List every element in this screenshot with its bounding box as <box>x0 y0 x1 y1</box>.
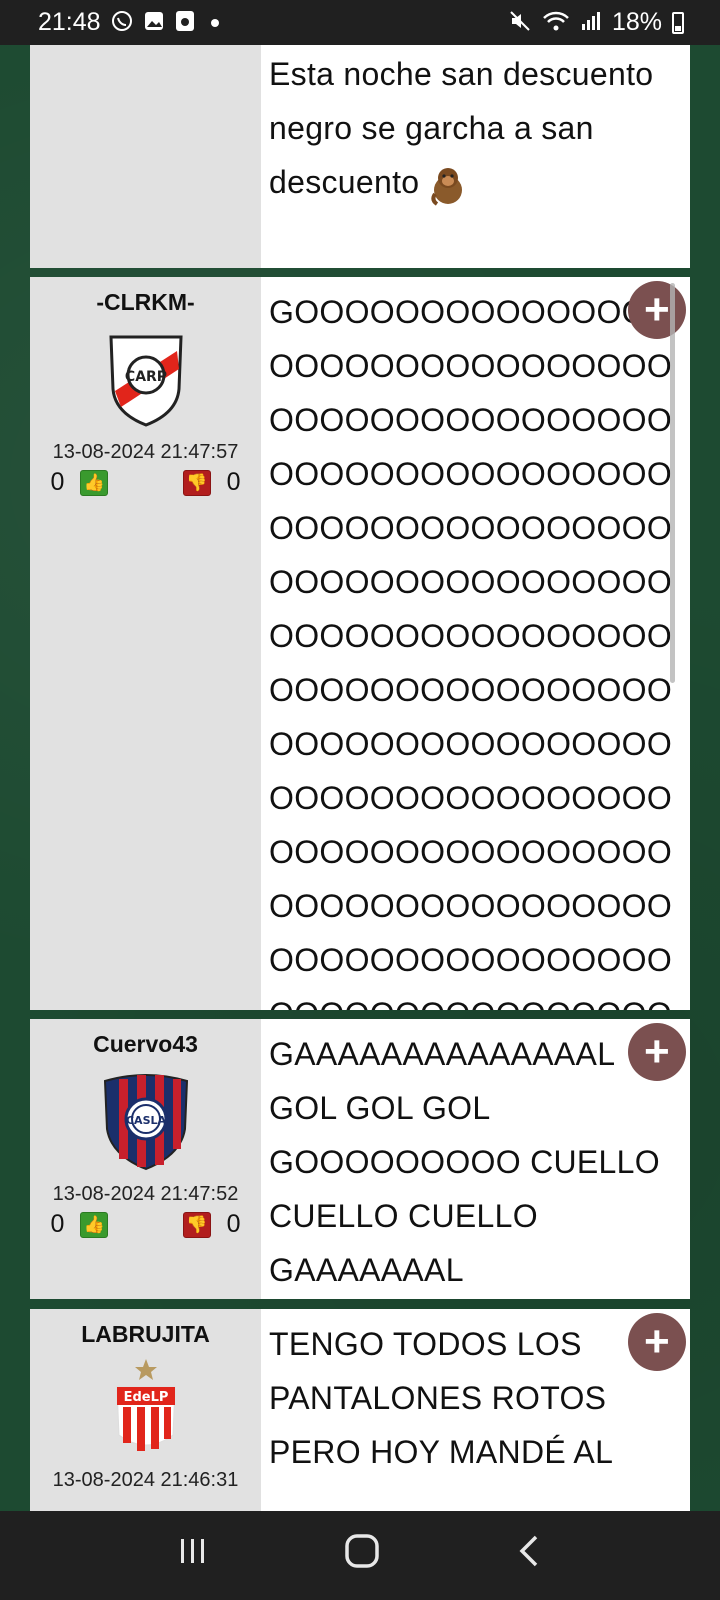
app-icon <box>175 10 195 36</box>
comment-feed[interactable]: Esta noche san descuento negro se garcha… <box>30 45 690 1511</box>
comment-timestamp: 13-08-2024 21:46:31 <box>52 1469 239 1491</box>
recent-apps-icon[interactable] <box>176 1533 210 1578</box>
comment-text: GAAAAAAAAAAAAAAL GOL GOL GOL GOOOOOOOOO … <box>269 1036 660 1288</box>
comment-username[interactable]: Cuervo43 <box>93 1031 198 1059</box>
comment-username[interactable]: -CLRKM- <box>96 289 194 317</box>
comment-post: LABRUJITA EdeLP 13-08-2024 21:46:31 TENG… <box>30 1309 690 1511</box>
dislike-group: 👎 0 <box>182 468 241 497</box>
dislike-group: 👎 0 <box>182 1210 241 1239</box>
comment-post: -CLRKM- CARP 13-08-2024 21:47:57 0 👍 👎 0 <box>30 277 690 1010</box>
comment-timestamp: 13-08-2024 21:47:52 <box>52 1183 239 1205</box>
vote-row: 0 👍 👎 0 <box>51 468 241 497</box>
add-reply-button[interactable]: + <box>628 1023 686 1081</box>
estudiantes-crest-text: EdeLP <box>123 1390 168 1405</box>
vote-row: 0 👍 👎 0 <box>51 1210 241 1239</box>
dot-icon <box>210 18 219 27</box>
add-reply-button[interactable]: + <box>628 281 686 339</box>
battery-icon <box>672 11 684 34</box>
comment-body: GAAAAAAAAAAAAAAL GOL GOL GOL GOOOOOOOOO … <box>261 1019 690 1299</box>
like-group: 0 👍 <box>51 1210 109 1239</box>
wifi-icon <box>542 10 570 36</box>
dislike-count: 0 <box>226 468 241 496</box>
san-lorenzo-crest-icon: CASLA <box>101 1071 191 1171</box>
comment-text: GOOOOOOOOOOOOOOOOOOOOOOOOOOOOOOOOOOOOOOO… <box>269 294 673 1010</box>
status-right: 18% <box>508 8 684 37</box>
comment-body: TENGO TODOS LOS PANTALONES ROTOS PERO HO… <box>261 1309 690 1511</box>
scrollbar[interactable] <box>670 283 675 683</box>
like-count: 0 <box>50 468 65 496</box>
status-bar: 21:48 18% <box>0 0 720 45</box>
estudiantes-crest-icon: EdeLP <box>101 1357 191 1457</box>
comment-post: Cuervo43 CASLA 13-08-2024 21:47:52 0 👍 👎… <box>30 1019 690 1299</box>
svg-text:CARP: CARP <box>124 369 166 385</box>
svg-text:CASLA: CASLA <box>125 1114 166 1127</box>
comment-body: Esta noche san descuento negro se garcha… <box>261 45 690 268</box>
comment-author-panel <box>30 45 261 268</box>
thumbs-up-icon[interactable]: 👍 <box>80 1211 109 1238</box>
status-left: 21:48 <box>38 8 219 37</box>
thumbs-down-icon[interactable]: 👎 <box>182 469 211 496</box>
comment-author-panel: -CLRKM- CARP 13-08-2024 21:47:57 0 👍 👎 0 <box>30 277 261 1010</box>
status-time: 21:48 <box>38 8 101 36</box>
comment-timestamp: 13-08-2024 21:47:57 <box>52 441 239 463</box>
mute-icon <box>508 9 532 37</box>
navigation-bar <box>0 1511 720 1600</box>
thumbs-down-icon[interactable]: 👎 <box>182 1211 211 1238</box>
dislike-count: 0 <box>226 1210 241 1238</box>
back-icon[interactable] <box>514 1533 544 1579</box>
comment-author-panel: LABRUJITA EdeLP 13-08-2024 21:46:31 <box>30 1309 261 1511</box>
comment-text: TENGO TODOS LOS PANTALONES ROTOS PERO HO… <box>269 1326 614 1470</box>
like-count: 0 <box>50 1210 65 1238</box>
comment-body: GOOOOOOOOOOOOOOOOOOOOOOOOOOOOOOOOOOOOOOO… <box>261 277 690 1010</box>
gallery-icon <box>143 10 165 36</box>
signal-icon <box>580 10 602 36</box>
like-group: 0 👍 <box>51 468 109 497</box>
comment-author-panel: Cuervo43 CASLA 13-08-2024 21:47:52 0 👍 👎… <box>30 1019 261 1299</box>
river-plate-crest-icon: CARP <box>101 329 191 429</box>
comment-post: Esta noche san descuento negro se garcha… <box>30 45 690 268</box>
thumbs-up-icon[interactable]: 👍 <box>80 469 109 496</box>
home-icon[interactable] <box>343 1532 381 1580</box>
battery-percent: 18% <box>611 8 662 36</box>
add-reply-button[interactable]: + <box>628 1313 686 1371</box>
whatsapp-icon <box>111 10 133 36</box>
monkey-emoji-icon <box>429 164 467 206</box>
comment-username[interactable]: LABRUJITA <box>81 1321 210 1349</box>
